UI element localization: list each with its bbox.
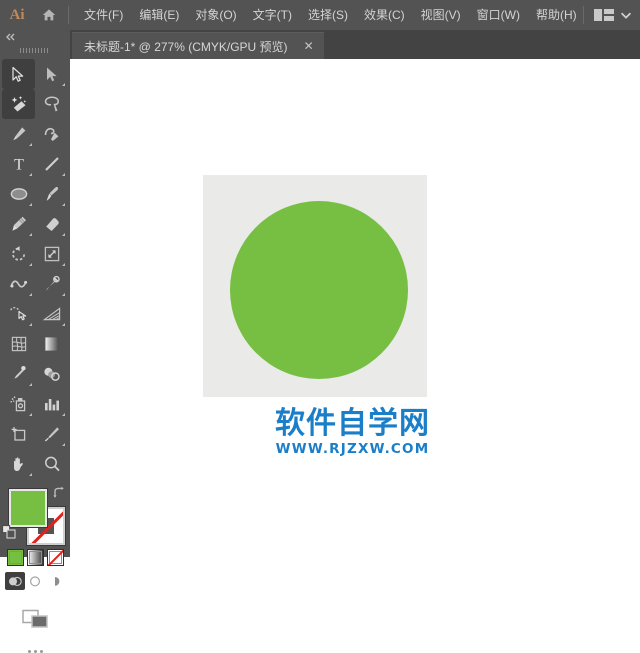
magic-wand-tool[interactable] xyxy=(2,89,35,119)
draw-normal-button[interactable] xyxy=(5,572,25,590)
curvature-tool[interactable] xyxy=(35,119,68,149)
zoom-tool[interactable] xyxy=(35,449,68,479)
type-tool[interactable]: T xyxy=(2,149,35,179)
rotate-tool[interactable] xyxy=(2,239,35,269)
document-tab-title: 未标题-1* @ 277% (CMYK/GPU 预览) xyxy=(84,38,288,55)
svg-text:T: T xyxy=(14,157,24,174)
default-fill-stroke-icon[interactable] xyxy=(2,525,16,539)
document-tab-bar: 未标题-1* @ 277% (CMYK/GPU 预览) ✕ xyxy=(0,30,640,59)
tools-panel: T xyxy=(0,30,70,557)
gradient-mode-button[interactable] xyxy=(27,549,44,566)
workspace-grid-icon[interactable] xyxy=(594,8,614,22)
menu-edit[interactable]: 编辑(E) xyxy=(131,0,187,30)
app-logo: Ai xyxy=(0,0,34,30)
close-icon[interactable]: ✕ xyxy=(300,38,318,54)
gradient-tool[interactable] xyxy=(35,329,68,359)
menu-view[interactable]: 视图(V) xyxy=(413,0,469,30)
artboard-1[interactable] xyxy=(203,175,427,397)
chevron-down-icon[interactable] xyxy=(621,12,631,19)
menu-item-list: 文件(F) 编辑(E) 对象(O) 文字(T) 选择(S) 效果(C) 视图(V… xyxy=(76,0,585,30)
menu-effect[interactable]: 效果(C) xyxy=(356,0,413,30)
eyedropper-tool[interactable] xyxy=(2,359,35,389)
fill-stroke-controls xyxy=(0,485,70,547)
menu-window[interactable]: 窗口(W) xyxy=(469,0,528,30)
workspace-controls xyxy=(583,0,634,30)
document-canvas[interactable]: 软件自学网 WWW.RJZXW.COM xyxy=(70,59,640,557)
home-icon[interactable] xyxy=(34,0,64,30)
line-segment-tool[interactable] xyxy=(35,149,68,179)
column-graph-tool[interactable] xyxy=(35,389,68,419)
menu-help[interactable]: 帮助(H) xyxy=(528,0,585,30)
draw-behind-button[interactable] xyxy=(25,572,45,590)
watermark-url: WWW.RJZXW.COM xyxy=(265,441,440,457)
ellipse-tool[interactable] xyxy=(2,179,35,209)
document-tab[interactable]: 未标题-1* @ 277% (CMYK/GPU 预览) ✕ xyxy=(72,32,324,59)
green-circle[interactable] xyxy=(230,201,408,379)
scale-tool[interactable] xyxy=(35,239,68,269)
paint-mode-buttons xyxy=(0,549,70,566)
menu-object[interactable]: 对象(O) xyxy=(187,0,244,30)
illustrator-window: Ai 文件(F) 编辑(E) 对象(O) 文字(T) 选择(S) 效果(C) 视… xyxy=(0,0,640,557)
panel-drag-handle-icon[interactable] xyxy=(0,44,70,56)
color-mode-button[interactable] xyxy=(7,549,24,566)
double-chevron-left-icon[interactable] xyxy=(0,30,70,44)
lasso-tool[interactable] xyxy=(35,89,68,119)
paintbrush-tool[interactable] xyxy=(35,179,68,209)
swap-fill-stroke-icon[interactable] xyxy=(52,486,66,500)
change-screen-mode-button[interactable] xyxy=(0,606,70,632)
hand-tool[interactable] xyxy=(2,449,35,479)
watermark-title: 软件自学网 xyxy=(265,408,440,440)
menu-divider xyxy=(68,6,69,24)
drawing-mode-buttons xyxy=(0,572,70,590)
mesh-tool[interactable] xyxy=(2,329,35,359)
direct-selection-tool[interactable] xyxy=(35,59,68,89)
selection-tool[interactable] xyxy=(2,59,35,89)
pen-tool[interactable] xyxy=(2,119,35,149)
free-transform-tool[interactable] xyxy=(35,269,68,299)
menu-bar: Ai 文件(F) 编辑(E) 对象(O) 文字(T) 选择(S) 效果(C) 视… xyxy=(0,0,640,30)
watermark: 软件自学网 WWW.RJZXW.COM xyxy=(265,408,440,457)
artboard-tool[interactable] xyxy=(2,419,35,449)
perspective-grid-tool[interactable] xyxy=(35,299,68,329)
fill-swatch[interactable] xyxy=(9,489,47,527)
tool-grid: T xyxy=(0,56,70,479)
width-warp-tool[interactable] xyxy=(2,269,35,299)
menu-type[interactable]: 文字(T) xyxy=(245,0,300,30)
slice-tool[interactable] xyxy=(35,419,68,449)
draw-inside-button[interactable] xyxy=(45,572,65,590)
none-mode-button[interactable] xyxy=(47,549,64,566)
shape-builder-tool[interactable] xyxy=(2,299,35,329)
workspace-divider xyxy=(583,6,584,24)
menu-file[interactable]: 文件(F) xyxy=(76,0,131,30)
shaper-pencil-tool[interactable] xyxy=(2,209,35,239)
eraser-tool[interactable] xyxy=(35,209,68,239)
symbol-sprayer-tool[interactable] xyxy=(2,389,35,419)
blend-tool[interactable] xyxy=(35,359,68,389)
menu-select[interactable]: 选择(S) xyxy=(300,0,356,30)
